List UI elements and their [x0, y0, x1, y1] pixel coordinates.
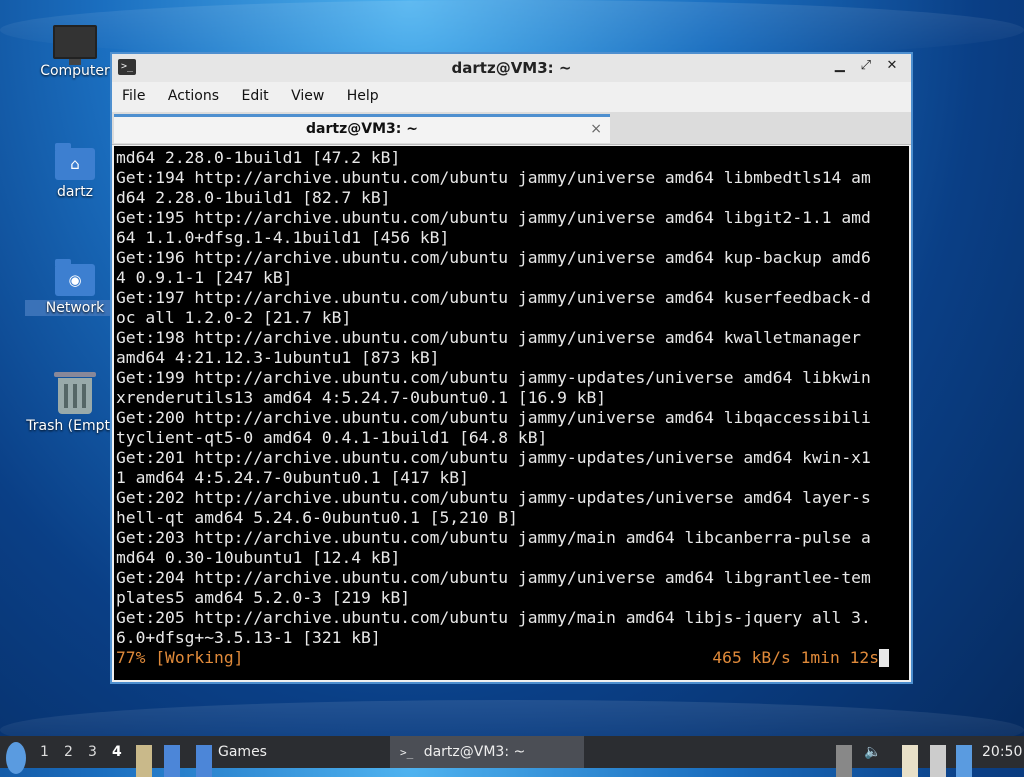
- terminal-line: 4 0.9.1-1 [247 kB]: [116, 268, 293, 287]
- workspace-4[interactable]: 4: [112, 736, 122, 768]
- terminal-line: Get:203 http://archive.ubuntu.com/ubuntu…: [116, 528, 871, 547]
- terminal-line: Get:198 http://archive.ubuntu.com/ubuntu…: [116, 328, 861, 347]
- file-manager-launcher-icon[interactable]: [136, 745, 152, 777]
- terminal-line: Get:201 http://archive.ubuntu.com/ubuntu…: [116, 448, 871, 467]
- terminal-line: Get:199 http://archive.ubuntu.com/ubuntu…: [116, 368, 871, 387]
- games-folder-icon[interactable]: [196, 745, 212, 777]
- close-button[interactable]: ✕: [881, 58, 903, 73]
- terminal-line: Get:195 http://archive.ubuntu.com/ubuntu…: [116, 208, 871, 227]
- workspace-3[interactable]: 3: [88, 736, 97, 768]
- clipboard-icon[interactable]: [902, 745, 918, 777]
- volume-icon[interactable]: 🔈: [864, 736, 881, 768]
- tab-terminal[interactable]: dartz@VM3: ~ ×: [114, 114, 610, 143]
- tab-bar: dartz@VM3: ~ ×: [112, 112, 911, 145]
- tab-close-icon[interactable]: ×: [590, 117, 602, 141]
- terminal-line: Get:196 http://archive.ubuntu.com/ubuntu…: [116, 248, 871, 267]
- taskbar-window-terminal[interactable]: >_ dartz@VM3: ~: [390, 736, 584, 768]
- menu-actions[interactable]: Actions: [158, 82, 227, 104]
- bluetooth-icon[interactable]: [956, 745, 972, 777]
- update-notifier-icon[interactable]: [836, 745, 852, 777]
- terminal-line: 6.0+dfsg+~3.5.13-1 [321 kB]: [116, 628, 381, 647]
- terminal-line: d64 2.28.0-1build1 [82.7 kB]: [116, 188, 391, 207]
- window-titlebar[interactable]: >_ dartz@VM3: ~ ▁ ⤢ ✕: [112, 54, 911, 82]
- terminal-line: Get:197 http://archive.ubuntu.com/ubuntu…: [116, 288, 871, 307]
- tab-label: dartz@VM3: ~: [306, 121, 418, 137]
- workspace-1[interactable]: 1: [40, 736, 49, 768]
- menu-bar: File Actions Edit View Help: [112, 82, 911, 112]
- minimize-button[interactable]: ▁: [829, 58, 851, 73]
- terminal-window[interactable]: >_ dartz@VM3: ~ ▁ ⤢ ✕ File Actions Edit …: [110, 52, 913, 684]
- terminal-line: 64 1.1.0+dfsg.1-4.1build1 [456 kB]: [116, 228, 450, 247]
- status-progress: 77% [Working]: [116, 648, 244, 667]
- terminal-line: md64 0.30-10ubuntu1 [12.4 kB]: [116, 548, 401, 567]
- start-menu-icon[interactable]: [6, 742, 26, 774]
- trash-icon: [54, 372, 96, 414]
- terminal-output[interactable]: md64 2.28.0-1build1 [47.2 kB] Get:194 htt…: [114, 146, 909, 680]
- terminal-line: Get:200 http://archive.ubuntu.com/ubuntu…: [116, 408, 871, 427]
- menu-view[interactable]: View: [281, 82, 332, 104]
- terminal-line: Get:202 http://archive.ubuntu.com/ubuntu…: [116, 488, 871, 507]
- workspace-2[interactable]: 2: [64, 736, 73, 768]
- home-folder-icon: ⌂: [55, 143, 95, 180]
- terminal-line: Get:194 http://archive.ubuntu.com/ubuntu…: [116, 168, 871, 187]
- maximize-button[interactable]: ⤢: [855, 58, 877, 73]
- show-desktop-icon[interactable]: [164, 745, 180, 777]
- text-cursor: [879, 649, 889, 667]
- window-title: dartz@VM3: ~: [451, 59, 572, 77]
- terminal-line: amd64 4:21.12.3-1ubuntu1 [873 kB]: [116, 348, 440, 367]
- apt-status-line: 77% [Working] 465 kB/s 1min 12s: [116, 648, 909, 668]
- menu-help[interactable]: Help: [337, 82, 387, 104]
- status-speed: 465 kB/s 1min 12s: [712, 648, 879, 667]
- terminal-line: plates5 amd64 5.2.0-3 [219 kB]: [116, 588, 411, 607]
- menu-file[interactable]: File: [112, 82, 153, 104]
- games-launcher[interactable]: Games: [218, 736, 267, 768]
- terminal-line: md64 2.28.0-1build1 [47.2 kB]: [116, 148, 401, 167]
- wallpaper-wave: [0, 0, 1024, 60]
- taskbar-window-label: dartz@VM3: ~: [423, 744, 526, 760]
- terminal-line: oc all 1.2.0-2 [21.7 kB]: [116, 308, 352, 327]
- terminal-icon: >_: [400, 746, 414, 759]
- menu-edit[interactable]: Edit: [231, 82, 276, 104]
- terminal-line: Get:205 http://archive.ubuntu.com/ubuntu…: [116, 608, 871, 627]
- terminal-line: hell-qt amd64 5.24.6-0ubuntu0.1 [5,210 B…: [116, 508, 518, 527]
- taskbar: 1 2 3 4 Games >_ dartz@VM3: ~ 🔈 20:50: [0, 736, 1024, 777]
- network-icon[interactable]: [930, 745, 946, 777]
- network-folder-icon: ◉: [55, 259, 95, 296]
- terminal-line: Get:204 http://archive.ubuntu.com/ubuntu…: [116, 568, 871, 587]
- clock[interactable]: 20:50: [982, 736, 1022, 768]
- terminal-line: 1 amd64 4:5.24.7-0ubuntu0.1 [417 kB]: [116, 468, 469, 487]
- terminal-line: tyclient-qt5-0 amd64 0.4.1-1build1 [64.8…: [116, 428, 548, 447]
- terminal-line: xrenderutils13 amd64 4:5.24.7-0ubuntu0.1…: [116, 388, 607, 407]
- computer-icon: [53, 25, 97, 65]
